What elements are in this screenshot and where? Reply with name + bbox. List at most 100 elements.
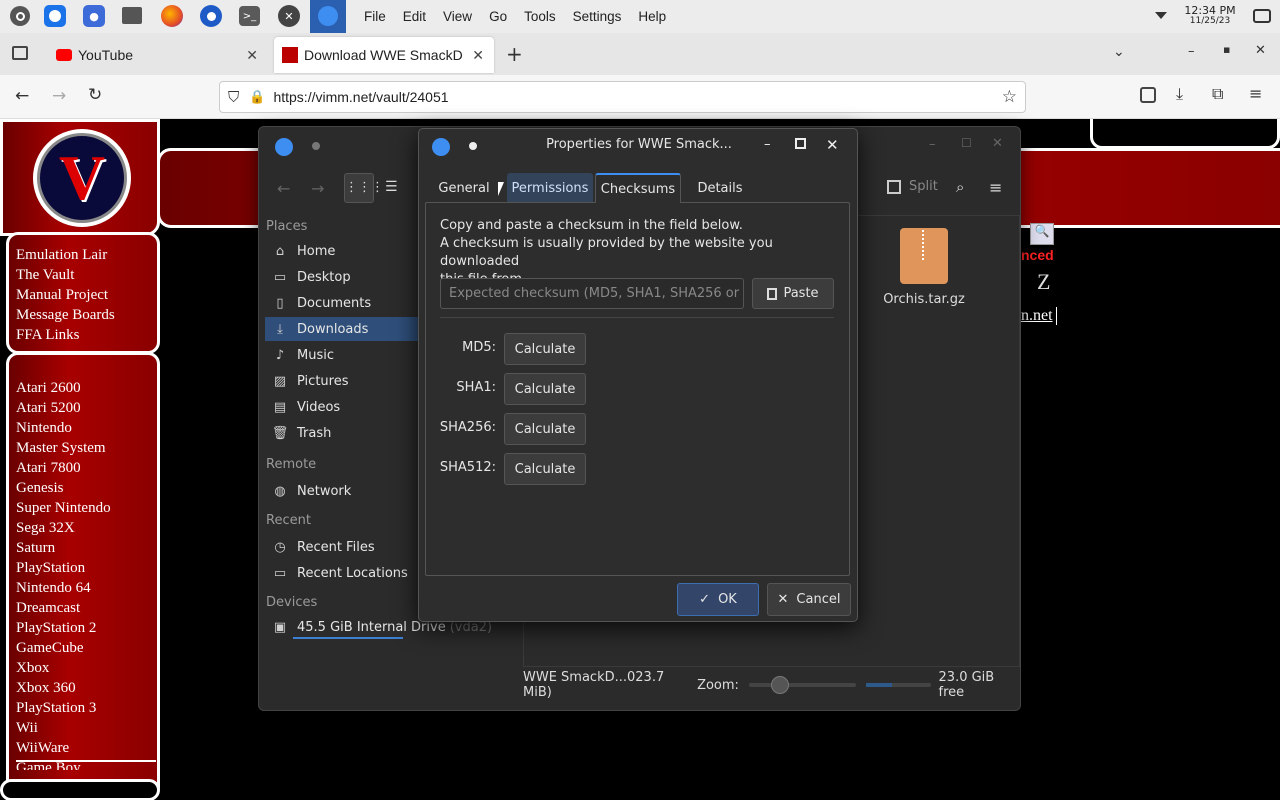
alpha-letter-z[interactable]: Z (1037, 269, 1050, 295)
forward-icon[interactable]: → (52, 86, 66, 106)
tab-general[interactable]: General (433, 173, 495, 203)
checksum-input[interactable]: Expected checksum (MD5, SHA1, SHA256 or … (440, 278, 744, 309)
calculate-sha512-button[interactable]: Calculate (504, 453, 586, 485)
sidebar-item-desktop[interactable]: ▭ Desktop (265, 265, 413, 289)
sidebar-item-network[interactable]: ◍ Network (265, 479, 413, 503)
extensions-icon[interactable]: ⧉ (1212, 84, 1223, 104)
browser-app-icon[interactable]: ● (83, 5, 105, 27)
fm-maximize-icon[interactable]: ☐ (961, 136, 972, 150)
zoom-slider[interactable] (748, 676, 856, 694)
ok-button[interactable]: ✓ OK (677, 583, 759, 616)
new-tab-icon[interactable]: + (506, 42, 523, 66)
sidebar-item-recent-files[interactable]: ◷ Recent Files (265, 535, 413, 559)
tray-expand-icon[interactable] (1155, 12, 1167, 19)
link-emulation-lair[interactable]: Emulation Lair (16, 245, 115, 265)
menu-go[interactable]: Go (489, 9, 507, 24)
system-link[interactable]: PlayStation 3 (16, 698, 111, 718)
tab-vimm[interactable]: Download WWE SmackD ✕ (274, 37, 494, 73)
window-close-icon[interactable]: ✕ (1255, 43, 1266, 58)
tab-permissions[interactable]: Permissions (507, 173, 593, 203)
tab-details[interactable]: Details (689, 173, 751, 203)
system-link[interactable]: GameCube (16, 638, 111, 658)
sidebar-item-home[interactable]: ⌂ Home (265, 239, 413, 263)
site-search-icon[interactable]: 🔍 (1030, 223, 1054, 245)
system-link[interactable]: WiiWare (16, 738, 111, 758)
fm-back-icon[interactable]: ← (277, 179, 290, 198)
system-link[interactable]: PlayStation 2 (16, 618, 111, 638)
system-link[interactable]: Atari 2600 (16, 378, 111, 398)
files-icon[interactable] (122, 7, 142, 24)
x-app-icon[interactable]: ✕ (278, 5, 300, 27)
system-link[interactable]: Genesis (16, 478, 111, 498)
vimm-logo[interactable]: V (33, 129, 131, 227)
menu-tools[interactable]: Tools (524, 9, 556, 24)
calculate-md5-button[interactable]: Calculate (504, 333, 586, 365)
site-link[interactable]: n.net (1021, 307, 1057, 325)
system-link[interactable]: Xbox 360 (16, 678, 111, 698)
bookmark-star-icon[interactable]: ☆ (1002, 87, 1017, 107)
system-link[interactable]: Sega 32X (16, 518, 111, 538)
tab-list-chevron-icon[interactable]: ⌄ (1113, 44, 1125, 60)
fm-minimize-icon[interactable]: – (929, 137, 936, 152)
system-link[interactable]: Saturn (16, 538, 111, 558)
cancel-button[interactable]: ✕ Cancel (767, 583, 851, 616)
sidebar-item-videos[interactable]: ▤ Videos (265, 395, 413, 419)
calculate-sha1-button[interactable]: Calculate (504, 373, 586, 405)
url-text[interactable]: https://vimm.net/vault/24051 (273, 89, 448, 105)
dialog-minimize-icon[interactable]: – (764, 137, 771, 152)
back-icon[interactable]: ← (15, 86, 29, 106)
fm-forward-icon[interactable]: → (311, 179, 324, 198)
dialog-close-icon[interactable]: ✕ (826, 136, 839, 154)
link-manual-project[interactable]: Manual Project (16, 285, 115, 305)
url-bar[interactable]: ⛉ 🔒 https://vimm.net/vault/24051 ☆ (219, 81, 1026, 113)
pin-icon[interactable] (312, 142, 320, 150)
sidebar-item-recent-locations[interactable]: ▭ Recent Locations (265, 561, 413, 585)
chromium-icon[interactable] (200, 5, 222, 27)
paste-button[interactable]: Paste (752, 278, 834, 309)
active-app-indicator[interactable] (310, 0, 346, 33)
menu-view[interactable]: View (443, 9, 472, 24)
fm-search-icon[interactable]: ⌕ (956, 178, 964, 196)
pocket-icon[interactable] (1140, 87, 1156, 103)
lock-icon[interactable]: 🔒 (249, 90, 265, 105)
chrome-icon[interactable] (44, 5, 66, 27)
system-link[interactable]: Atari 5200 (16, 398, 111, 418)
system-link[interactable]: PlayStation (16, 558, 111, 578)
link-message-boards[interactable]: Message Boards (16, 305, 115, 325)
zoom-slider-handle[interactable] (770, 676, 789, 694)
sidebar-item-pictures[interactable]: ▨ Pictures (265, 369, 413, 393)
firefox-icon[interactable] (161, 5, 183, 27)
split-button[interactable]: Split (887, 179, 938, 194)
link-the-vault[interactable]: The Vault (16, 265, 115, 285)
fm-close-icon[interactable]: ✕ (992, 136, 1003, 151)
system-link[interactable]: Dreamcast (16, 598, 111, 618)
menu-file[interactable]: File (364, 9, 386, 24)
system-link[interactable]: Wii (16, 718, 111, 738)
icons-view-icon[interactable]: ⋮⋮⋮ (344, 173, 384, 203)
menu-help[interactable]: Help (638, 9, 666, 24)
archive-file-icon[interactable] (900, 228, 948, 284)
reload-icon[interactable]: ↻ (88, 85, 102, 105)
system-link[interactable]: Nintendo (16, 418, 111, 438)
system-link[interactable]: Atari 7800 (16, 458, 111, 478)
menu-edit[interactable]: Edit (403, 9, 426, 24)
file-name[interactable]: Orchis.tar.gz (874, 292, 974, 307)
system-link[interactable]: Xbox (16, 658, 111, 678)
app-launcher-icon[interactable] (9, 5, 31, 27)
sidebar-item-trash[interactable]: 🗑 Trash (265, 421, 413, 445)
minimize-icon[interactable]: – (1188, 44, 1195, 59)
dialog-maximize-icon[interactable] (795, 138, 806, 149)
terminal-icon[interactable]: >_ (239, 6, 260, 26)
tab-overview-icon[interactable] (12, 46, 28, 60)
system-link[interactable]: Nintendo 64 (16, 578, 111, 598)
details-view-icon[interactable]: ☰ (385, 179, 398, 195)
close-icon[interactable]: ✕ (472, 47, 484, 64)
sidebar-item-documents[interactable]: ▯ Documents (265, 291, 413, 315)
clock[interactable]: 12:34 PM 11/25/23 (1180, 5, 1240, 27)
shield-icon[interactable]: ⛉ (228, 88, 239, 106)
tab-checksums[interactable]: Checksums (595, 173, 681, 203)
calculate-sha256-button[interactable]: Calculate (504, 413, 586, 445)
sidebar-item-downloads[interactable]: ⤓ Downloads (265, 317, 420, 341)
close-icon[interactable]: ✕ (246, 47, 258, 64)
downloads-toolbar-icon[interactable]: ⤓ (1176, 84, 1183, 104)
